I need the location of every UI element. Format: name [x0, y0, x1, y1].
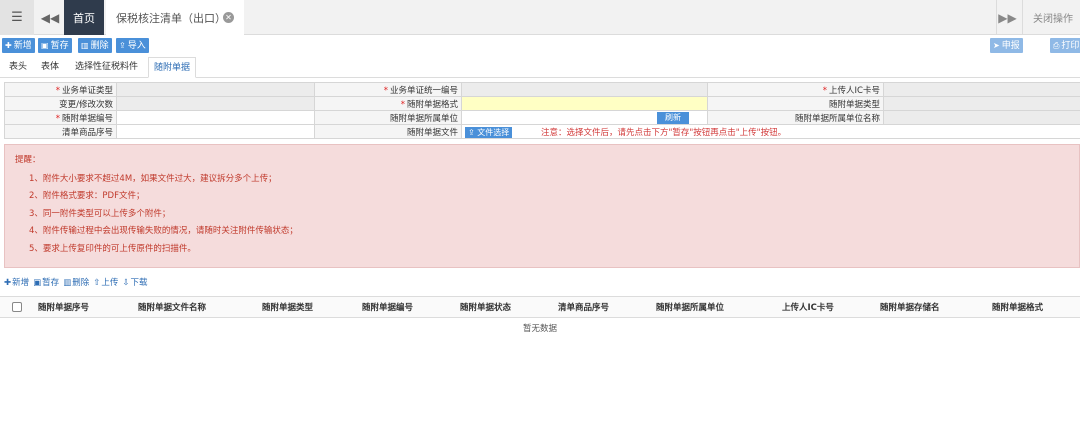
double-chevron-left-icon: ◀◀	[40, 10, 60, 25]
import-button[interactable]: ⇪ 导入	[116, 38, 149, 53]
col-attachment-storage-name[interactable]: 随附单据存储名	[880, 297, 940, 319]
tab-scroll-left-button[interactable]: ◀◀	[38, 0, 62, 35]
attachment-form: * 业务单证类型 * 业务单证统一编号 * 上传人IC卡号 变更/修改次数 * 随附单据…	[4, 82, 1080, 139]
business-doc-unified-no-field[interactable]	[461, 82, 708, 97]
attachment-format-field[interactable]	[461, 96, 708, 111]
print-icon: ⎙	[1053, 41, 1060, 50]
attachment-no-field[interactable]	[116, 110, 315, 125]
upload-icon: ⇧	[93, 278, 101, 288]
grid-empty-message: 暂无数据	[522, 324, 557, 334]
tab-attached-documents[interactable]: 随附单据	[148, 57, 197, 78]
file-note: 注意：选择文件后，请先点击下方"暂存"按钮再点击"上传"按钮。	[540, 127, 787, 138]
trash-icon: ▥	[81, 41, 89, 50]
tab-bonded-list-export[interactable]: 保税核注清单（出口） ✕	[106, 0, 244, 35]
label-attachment-format: * 随附单据格式	[314, 96, 462, 111]
delete-button[interactable]: ▥ 删除	[78, 38, 112, 53]
business-doc-type-field[interactable]	[116, 82, 315, 97]
reminder-line: 1、附件大小要求不超过4M，如果文件过大，建议拆分多个上传；	[29, 174, 277, 184]
import-icon: ⇪	[119, 41, 126, 50]
top-tab-bar: ☰ ◀◀ 首页 保税核注清单（出口） ✕ ▶▶ 关闭操作	[0, 0, 1080, 35]
col-attachment-file-name[interactable]: 随附单据文件名称	[138, 297, 206, 319]
grid-upload-button[interactable]: ⇧上传	[93, 276, 118, 290]
action-toolbar: ✚ 新增 ▣ 暂存 ▥ 删除 ⇪ 导入 ➤ 申报 ⎙ 打印	[0, 36, 1080, 56]
label-change-count: 变更/修改次数	[4, 96, 117, 111]
tab-scroll-right-button[interactable]: ▶▶	[996, 0, 1018, 35]
send-icon: ➤	[993, 41, 1000, 50]
attachment-grid-header: 随附单据序号 随附单据文件名称 随附单据类型 随附单据编号 随附单据状态 清单商…	[0, 296, 1080, 318]
col-list-item-no[interactable]: 清单商品序号	[558, 297, 609, 319]
col-attachment-seq[interactable]: 随附单据序号	[38, 297, 89, 319]
upload-icon: ⇪	[468, 127, 475, 137]
label-business-doc-unified-no: * 业务单证统一编号	[314, 82, 462, 97]
grid-delete-button[interactable]: ▥删除	[63, 276, 89, 290]
attachment-file-cell: ⇪ 文件选择 注意：选择文件后，请先点击下方"暂存"按钮再点击"上传"按钮。	[461, 124, 1080, 139]
tab-optional-tax-materials[interactable]: 选择性征税料件	[70, 57, 143, 78]
tab-body[interactable]: 表体	[36, 57, 64, 78]
grid-toolbar: ✚新增 ▣暂存 ▥删除 ⇧上传 ⇩下载	[4, 276, 148, 290]
grid-new-button[interactable]: ✚新增	[4, 276, 29, 290]
trash-icon: ▥	[63, 278, 72, 288]
label-business-doc-type: * 业务单证类型	[4, 82, 117, 97]
col-attachment-format[interactable]: 随附单据格式	[992, 297, 1043, 319]
grid-save-button[interactable]: ▣暂存	[33, 276, 59, 290]
label-uploader-ic-card: * 上传人IC卡号	[707, 82, 884, 97]
print-button[interactable]: ⎙ 打印	[1050, 38, 1080, 53]
attachment-unit-name-field[interactable]	[883, 110, 1080, 125]
attachment-unit-field[interactable]: 刷新	[461, 110, 708, 125]
label-attachment-unit-name: 随附单据所属单位名称	[707, 110, 884, 125]
save-icon: ▣	[33, 278, 42, 288]
change-count-field[interactable]	[116, 96, 315, 111]
reminder-line: 3、同一附件类型可以上传多个附件；	[29, 208, 171, 219]
plus-icon: ✚	[5, 41, 12, 50]
file-select-button[interactable]: ⇪ 文件选择	[465, 126, 513, 138]
declare-button[interactable]: ➤ 申报	[990, 38, 1023, 53]
reminder-line: 4、附件传输过程中会出现传输失败的情况，请随时关注附件传输状态；	[29, 226, 298, 237]
col-attachment-no[interactable]: 随附单据编号	[362, 297, 413, 319]
save-icon: ▣	[41, 41, 49, 50]
label-attachment-unit: 随附单据所属单位	[314, 110, 462, 125]
new-button[interactable]: ✚ 新增	[2, 38, 35, 53]
reminder-box: 提醒： 1、附件大小要求不超过4M，如果文件过大，建议拆分多个上传； 2、附件格…	[4, 144, 1080, 268]
plus-icon: ✚	[4, 278, 12, 288]
label-attachment-type: 随附单据类型	[707, 96, 884, 111]
uploader-ic-card-field[interactable]	[883, 82, 1080, 97]
reminder-line: 5、要求上传复印件的可上传原件的扫描件。	[29, 243, 196, 254]
label-attachment-no: * 随附单据编号	[4, 110, 117, 125]
reminder-title: 提醒：	[15, 155, 41, 165]
attachment-type-field[interactable]	[883, 96, 1080, 111]
close-operations-menu[interactable]: 关闭操作	[1022, 0, 1080, 35]
grid-download-button[interactable]: ⇩下载	[122, 276, 147, 290]
tab-home[interactable]: 首页	[64, 0, 104, 35]
save-button[interactable]: ▣ 暂存	[38, 38, 72, 53]
col-attachment-status[interactable]: 随附单据状态	[460, 297, 511, 319]
form-subtabs: 表头 表体 选择性征税料件 随附单据	[0, 57, 1080, 78]
select-all-checkbox[interactable]	[12, 302, 22, 312]
menu-toggle-button[interactable]: ☰	[0, 0, 34, 35]
tab-header[interactable]: 表头	[4, 57, 32, 78]
col-attachment-type[interactable]: 随附单据类型	[262, 297, 313, 319]
close-icon[interactable]: ✕	[223, 12, 234, 23]
refresh-button[interactable]: 刷新	[657, 112, 689, 124]
col-attachment-unit[interactable]: 随附单据所属单位	[656, 297, 724, 319]
label-list-item-no: 清单商品序号	[4, 124, 117, 139]
double-chevron-right-icon: ▶▶	[998, 10, 1017, 25]
tab-label: 保税核注清单（出口）	[116, 11, 226, 25]
list-item-no-field[interactable]	[116, 124, 315, 139]
reminder-line: 2、附件格式要求：PDF文件；	[29, 191, 145, 202]
label-attachment-file: 随附单据文件	[314, 124, 462, 139]
hamburger-icon: ☰	[11, 10, 23, 25]
col-uploader-ic-card[interactable]: 上传人IC卡号	[782, 297, 834, 319]
download-icon: ⇩	[122, 278, 130, 288]
